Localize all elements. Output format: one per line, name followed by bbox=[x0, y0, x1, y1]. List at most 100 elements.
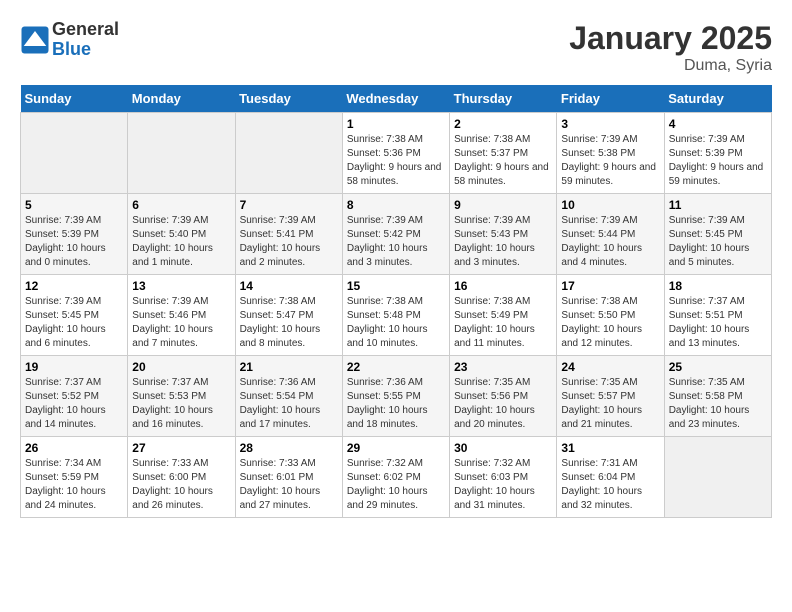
day-info: Sunrise: 7:39 AMSunset: 5:42 PMDaylight:… bbox=[347, 214, 445, 270]
header-day-thursday: Thursday bbox=[450, 85, 557, 113]
day-info: Sunrise: 7:35 AMSunset: 5:56 PMDaylight:… bbox=[454, 376, 552, 432]
day-info: Sunrise: 7:39 AMSunset: 5:38 PMDaylight:… bbox=[561, 133, 659, 189]
day-number: 29 bbox=[347, 441, 445, 455]
calendar-cell: 18 Sunrise: 7:37 AMSunset: 5:51 PMDayligh… bbox=[664, 275, 771, 356]
calendar-cell: 16 Sunrise: 7:38 AMSunset: 5:49 PMDayligh… bbox=[450, 275, 557, 356]
week-row-2: 5 Sunrise: 7:39 AMSunset: 5:39 PMDaylight… bbox=[21, 194, 772, 275]
header-row: SundayMondayTuesdayWednesdayThursdayFrid… bbox=[21, 85, 772, 113]
day-number: 2 bbox=[454, 117, 552, 131]
day-number: 1 bbox=[347, 117, 445, 131]
day-number: 30 bbox=[454, 441, 552, 455]
day-number: 12 bbox=[25, 279, 123, 293]
day-number: 3 bbox=[561, 117, 659, 131]
calendar-cell: 6 Sunrise: 7:39 AMSunset: 5:40 PMDaylight… bbox=[128, 194, 235, 275]
calendar-body: 1 Sunrise: 7:38 AMSunset: 5:36 PMDaylight… bbox=[21, 113, 772, 518]
calendar-cell: 25Sunrise: 7:35 AMSunset: 5:58 PMDayligh… bbox=[664, 356, 771, 437]
header-day-tuesday: Tuesday bbox=[235, 85, 342, 113]
day-info: Sunrise: 7:34 AMSunset: 5:59 PMDaylight:… bbox=[25, 457, 123, 513]
day-number: 18 bbox=[669, 279, 767, 293]
day-info: Sunrise: 7:33 AMSunset: 6:01 PMDaylight:… bbox=[240, 457, 338, 513]
day-info: Sunrise: 7:31 AMSunset: 6:04 PMDaylight:… bbox=[561, 457, 659, 513]
calendar-cell: 23 Sunrise: 7:35 AMSunset: 5:56 PMDayligh… bbox=[450, 356, 557, 437]
day-number: 27 bbox=[132, 441, 230, 455]
day-info: Sunrise: 7:38 AMSunset: 5:49 PMDaylight:… bbox=[454, 295, 552, 351]
calendar-cell: 14 Sunrise: 7:38 AMSunset: 5:47 PMDayligh… bbox=[235, 275, 342, 356]
day-number: 22 bbox=[347, 360, 445, 374]
day-info: Sunrise: 7:39 AMSunset: 5:40 PMDaylight:… bbox=[132, 214, 230, 270]
day-number: 17 bbox=[561, 279, 659, 293]
week-row-5: 26 Sunrise: 7:34 AMSunset: 5:59 PMDayligh… bbox=[21, 437, 772, 518]
calendar-cell: 22 Sunrise: 7:36 AMSunset: 5:55 PMDayligh… bbox=[342, 356, 449, 437]
day-number: 16 bbox=[454, 279, 552, 293]
day-number: 20 bbox=[132, 360, 230, 374]
calendar-cell bbox=[235, 113, 342, 194]
calendar-cell: 3 Sunrise: 7:39 AMSunset: 5:38 PMDaylight… bbox=[557, 113, 664, 194]
location: Duma, Syria bbox=[569, 57, 772, 75]
calendar-header: SundayMondayTuesdayWednesdayThursdayFrid… bbox=[21, 85, 772, 113]
header-day-sunday: Sunday bbox=[21, 85, 128, 113]
logo-blue: Blue bbox=[52, 40, 119, 60]
header-day-monday: Monday bbox=[128, 85, 235, 113]
day-number: 21 bbox=[240, 360, 338, 374]
logo: General Blue bbox=[20, 20, 119, 60]
day-info: Sunrise: 7:37 AMSunset: 5:52 PMDaylight:… bbox=[25, 376, 123, 432]
day-number: 11 bbox=[669, 198, 767, 212]
day-info: Sunrise: 7:39 AMSunset: 5:44 PMDaylight:… bbox=[561, 214, 659, 270]
day-info: Sunrise: 7:32 AMSunset: 6:03 PMDaylight:… bbox=[454, 457, 552, 513]
calendar-cell: 4Sunrise: 7:39 AMSunset: 5:39 PMDaylight… bbox=[664, 113, 771, 194]
calendar-cell: 9 Sunrise: 7:39 AMSunset: 5:43 PMDaylight… bbox=[450, 194, 557, 275]
page-header: General Blue January 2025 Duma, Syria bbox=[20, 20, 772, 75]
title-section: January 2025 Duma, Syria bbox=[569, 20, 772, 75]
day-info: Sunrise: 7:39 AMSunset: 5:41 PMDaylight:… bbox=[240, 214, 338, 270]
day-number: 19 bbox=[25, 360, 123, 374]
calendar-cell: 2 Sunrise: 7:38 AMSunset: 5:37 PMDaylight… bbox=[450, 113, 557, 194]
calendar-cell: 7 Sunrise: 7:39 AMSunset: 5:41 PMDaylight… bbox=[235, 194, 342, 275]
calendar-cell: 5 Sunrise: 7:39 AMSunset: 5:39 PMDaylight… bbox=[21, 194, 128, 275]
day-info: Sunrise: 7:38 AMSunset: 5:47 PMDaylight:… bbox=[240, 295, 338, 351]
day-info: Sunrise: 7:36 AMSunset: 5:54 PMDaylight:… bbox=[240, 376, 338, 432]
calendar-cell: 17Sunrise: 7:38 AMSunset: 5:50 PMDayligh… bbox=[557, 275, 664, 356]
header-day-saturday: Saturday bbox=[664, 85, 771, 113]
day-number: 9 bbox=[454, 198, 552, 212]
day-number: 5 bbox=[25, 198, 123, 212]
header-day-wednesday: Wednesday bbox=[342, 85, 449, 113]
day-number: 6 bbox=[132, 198, 230, 212]
week-row-1: 1 Sunrise: 7:38 AMSunset: 5:36 PMDaylight… bbox=[21, 113, 772, 194]
day-info: Sunrise: 7:38 AMSunset: 5:36 PMDaylight:… bbox=[347, 133, 445, 189]
calendar-cell: 10 Sunrise: 7:39 AMSunset: 5:44 PMDayligh… bbox=[557, 194, 664, 275]
calendar-cell: 31 Sunrise: 7:31 AMSunset: 6:04 PMDayligh… bbox=[557, 437, 664, 518]
day-info: Sunrise: 7:39 AMSunset: 5:45 PMDaylight:… bbox=[25, 295, 123, 351]
calendar-cell bbox=[21, 113, 128, 194]
day-number: 26 bbox=[25, 441, 123, 455]
day-number: 13 bbox=[132, 279, 230, 293]
calendar-cell: 8 Sunrise: 7:39 AMSunset: 5:42 PMDaylight… bbox=[342, 194, 449, 275]
day-number: 23 bbox=[454, 360, 552, 374]
calendar-cell: 1 Sunrise: 7:38 AMSunset: 5:36 PMDaylight… bbox=[342, 113, 449, 194]
day-number: 14 bbox=[240, 279, 338, 293]
day-number: 31 bbox=[561, 441, 659, 455]
day-number: 7 bbox=[240, 198, 338, 212]
day-number: 8 bbox=[347, 198, 445, 212]
header-day-friday: Friday bbox=[557, 85, 664, 113]
calendar-cell: 27Sunrise: 7:33 AMSunset: 6:00 PMDayligh… bbox=[128, 437, 235, 518]
calendar-cell: 29 Sunrise: 7:32 AMSunset: 6:02 PMDayligh… bbox=[342, 437, 449, 518]
day-info: Sunrise: 7:35 AMSunset: 5:57 PMDaylight:… bbox=[561, 376, 659, 432]
day-info: Sunrise: 7:36 AMSunset: 5:55 PMDaylight:… bbox=[347, 376, 445, 432]
day-number: 28 bbox=[240, 441, 338, 455]
day-number: 10 bbox=[561, 198, 659, 212]
day-info: Sunrise: 7:39 AMSunset: 5:39 PMDaylight:… bbox=[669, 133, 767, 189]
day-info: Sunrise: 7:38 AMSunset: 5:37 PMDaylight:… bbox=[454, 133, 552, 189]
calendar-cell: 20 Sunrise: 7:37 AMSunset: 5:53 PMDayligh… bbox=[128, 356, 235, 437]
day-info: Sunrise: 7:37 AMSunset: 5:51 PMDaylight:… bbox=[669, 295, 767, 351]
calendar-cell: 26 Sunrise: 7:34 AMSunset: 5:59 PMDayligh… bbox=[21, 437, 128, 518]
logo-text: General Blue bbox=[52, 20, 119, 60]
day-info: Sunrise: 7:39 AMSunset: 5:46 PMDaylight:… bbox=[132, 295, 230, 351]
day-info: Sunrise: 7:37 AMSunset: 5:53 PMDaylight:… bbox=[132, 376, 230, 432]
day-info: Sunrise: 7:39 AMSunset: 5:39 PMDaylight:… bbox=[25, 214, 123, 270]
calendar-table: SundayMondayTuesdayWednesdayThursdayFrid… bbox=[20, 85, 772, 518]
day-info: Sunrise: 7:39 AMSunset: 5:43 PMDaylight:… bbox=[454, 214, 552, 270]
calendar-cell: 21 Sunrise: 7:36 AMSunset: 5:54 PMDayligh… bbox=[235, 356, 342, 437]
day-info: Sunrise: 7:38 AMSunset: 5:48 PMDaylight:… bbox=[347, 295, 445, 351]
month-title: January 2025 bbox=[569, 20, 772, 57]
day-info: Sunrise: 7:32 AMSunset: 6:02 PMDaylight:… bbox=[347, 457, 445, 513]
